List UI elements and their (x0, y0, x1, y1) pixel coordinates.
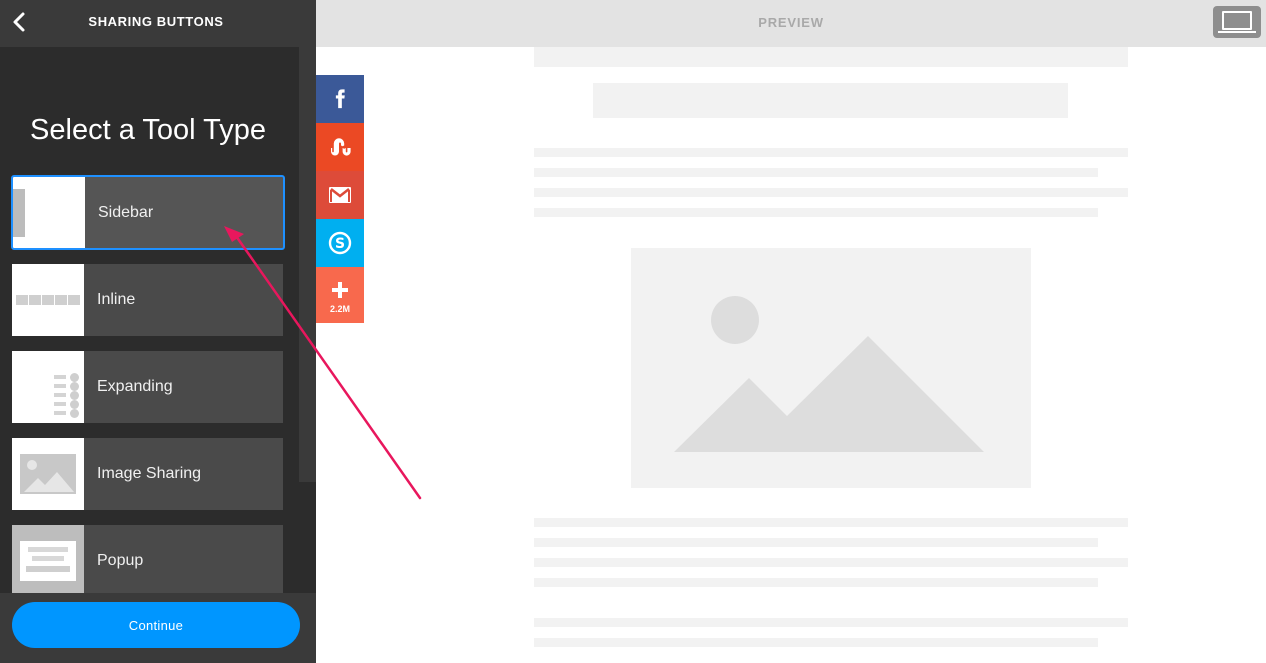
share-button-more[interactable]: 2.2M (316, 267, 364, 323)
svg-text:S: S (335, 236, 345, 252)
expanding-thumbnail (12, 351, 84, 423)
placeholder-line (534, 558, 1128, 567)
app: SHARING BUTTONS Select a Tool Type Sideb… (0, 0, 1266, 663)
preview-canvas (316, 47, 1266, 663)
plus-icon (332, 281, 348, 298)
tool-label: Sidebar (98, 203, 154, 221)
share-count: 2.2M (329, 303, 350, 314)
placeholder-line (534, 188, 1128, 197)
continue-button[interactable]: Continue (12, 602, 300, 648)
sidebar-thumbnail (13, 177, 85, 248)
share-button-stumbleupon[interactable] (316, 123, 364, 171)
placeholder-image (631, 248, 1031, 488)
placeholder-line (534, 618, 1128, 627)
placeholder-line (534, 208, 1098, 217)
placeholder-line (534, 148, 1128, 157)
panel-footer: Continue (0, 593, 316, 663)
skype-icon: S (328, 231, 352, 255)
placeholder-line (534, 638, 1098, 647)
share-button-facebook[interactable] (316, 75, 364, 123)
tool-option-inline[interactable]: Inline (12, 264, 283, 336)
stumbleupon-icon (331, 138, 351, 156)
select-tool-heading: Select a Tool Type (30, 114, 266, 146)
popup-thumbnail (12, 525, 84, 597)
preview-label: PREVIEW (758, 15, 824, 30)
placeholder-title (593, 83, 1068, 118)
scrollbar[interactable] (299, 47, 316, 482)
placeholder-line (534, 168, 1098, 177)
tool-label: Expanding (97, 378, 173, 395)
device-toggle-button[interactable] (1213, 6, 1261, 38)
panel-title: SHARING BUTTONS (88, 14, 224, 29)
placeholder-line (534, 518, 1128, 527)
left-panel: SHARING BUTTONS Select a Tool Type Sideb… (0, 0, 316, 663)
tool-option-expanding[interactable]: Expanding (12, 351, 283, 423)
inline-thumbnail (12, 264, 84, 336)
facebook-icon (335, 89, 345, 109)
placeholder-line (534, 538, 1098, 547)
placeholder-header (534, 47, 1128, 67)
image-icon (20, 454, 76, 494)
tool-label: Image Sharing (97, 465, 202, 482)
tool-option-popup[interactable]: Popup (12, 525, 283, 597)
tool-option-sidebar[interactable]: Sidebar (11, 175, 285, 250)
share-button-gmail[interactable] (316, 171, 364, 219)
tool-label: Popup (97, 552, 144, 569)
preview-bar: PREVIEW (316, 0, 1266, 47)
panel-header: SHARING BUTTONS (0, 0, 316, 47)
tool-option-image-sharing[interactable]: Image Sharing (12, 438, 283, 510)
tool-label: Inline (97, 291, 136, 308)
image-placeholder-icon (674, 296, 984, 452)
share-button-skype[interactable]: S (316, 219, 364, 267)
placeholder-line (534, 578, 1098, 587)
gmail-icon (329, 187, 351, 203)
image-sharing-thumbnail (12, 438, 84, 510)
